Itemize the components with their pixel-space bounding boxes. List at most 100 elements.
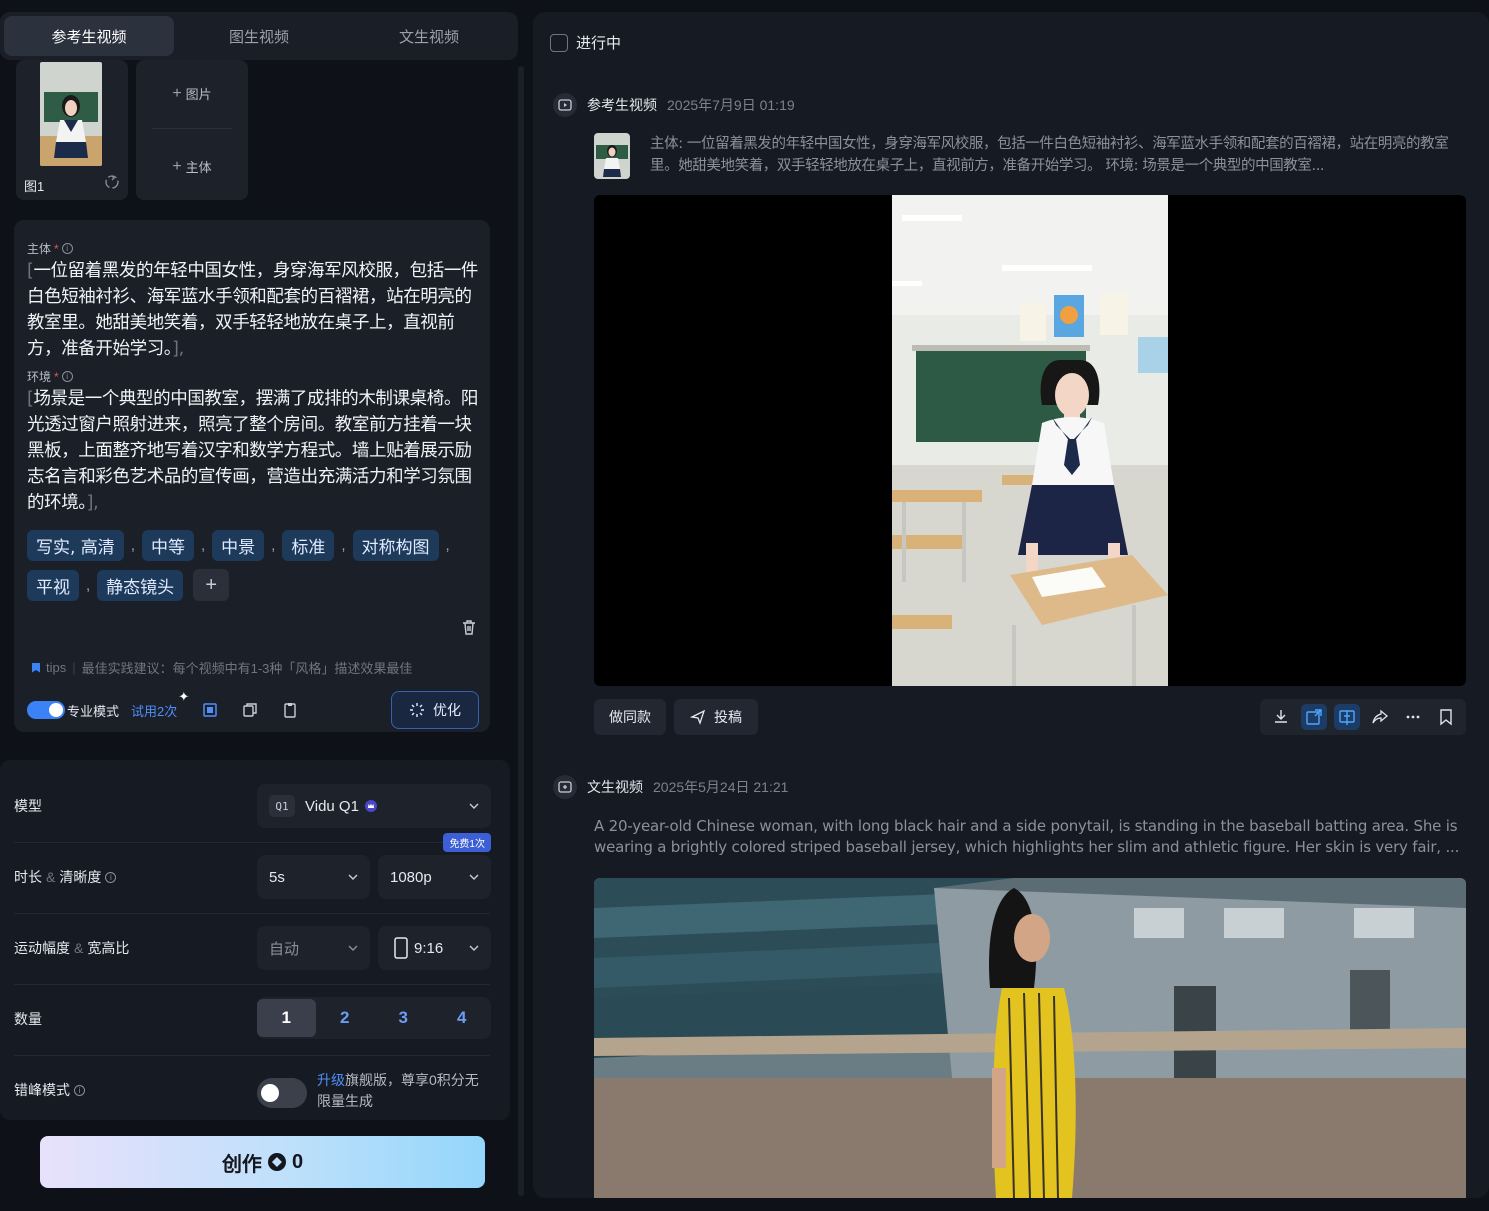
count-option-2[interactable]: 2 — [316, 999, 375, 1037]
crown-icon — [364, 800, 377, 812]
entry-header: 文生视频 2025年5月24日 21:21 — [553, 775, 788, 799]
model-value: Vidu Q1 — [305, 797, 359, 815]
tab-reference-video[interactable]: 参考生视频 — [4, 16, 174, 56]
bookmark-icon — [32, 662, 40, 673]
info-icon[interactable]: i — [74, 1084, 85, 1096]
upgrade-link[interactable]: 升级 — [317, 1072, 345, 1088]
bracket-close: ], — [86, 493, 99, 513]
divider — [14, 842, 490, 843]
copy-icon[interactable] — [241, 701, 259, 719]
clipboard-icon[interactable] — [281, 701, 299, 719]
plus-icon: + — [172, 157, 182, 175]
more-icon[interactable] — [1400, 704, 1426, 730]
motion-row: 运动幅度 & 宽高比 自动 9:16 — [0, 918, 510, 978]
subject-text[interactable]: [一位留着黑发的年轻中国女性，身穿海军风校服，包括一件白色短袖衬衫、海军蓝水手领… — [27, 258, 479, 362]
video-type-icon — [553, 93, 577, 117]
download-icon[interactable] — [1268, 704, 1294, 730]
add-image-button[interactable]: + 图片 — [136, 84, 248, 103]
video-frame — [892, 195, 1168, 686]
env-text[interactable]: [场景是一个典型的中国教室，摆满了成排的木制课桌椅。阳光透过窗户照射进来，照亮了… — [27, 386, 479, 516]
count-option-4[interactable]: 4 — [433, 999, 492, 1037]
style-tag[interactable]: 中景 — [212, 530, 265, 561]
entry-reference-thumbnail[interactable] — [594, 133, 630, 179]
motion-label-text: 运动幅度 — [14, 940, 70, 956]
style-tag[interactable]: 写实, 高清 — [27, 530, 124, 561]
tips-separator: | — [72, 660, 76, 675]
extend-icon[interactable] — [1333, 704, 1360, 730]
duration-select[interactable]: 5s — [257, 855, 370, 899]
plus-icon: + — [172, 84, 182, 102]
tag-separator: , — [200, 537, 206, 554]
style-tag[interactable]: 平视 — [27, 569, 79, 601]
chevron-down-icon — [348, 945, 358, 951]
add-image-label: 图片 — [185, 87, 212, 102]
style-tag[interactable]: 中等 — [141, 530, 194, 561]
add-reference-card: + 图片 + 主体 — [136, 60, 248, 200]
style-tag[interactable]: 静态镜头 — [97, 569, 184, 601]
magic-icon — [410, 703, 424, 717]
create-cost: 0 — [291, 1150, 304, 1173]
motion-select[interactable]: 自动 — [257, 926, 370, 970]
info-icon[interactable]: i — [61, 243, 73, 254]
video-toolbar — [1260, 699, 1466, 735]
style-tag[interactable]: 标准 — [282, 530, 335, 561]
optimize-button[interactable]: 优化 — [391, 691, 479, 729]
resolution-value: 1080p — [390, 868, 432, 886]
style-tag[interactable]: 对称构图 — [352, 530, 439, 561]
template-icon[interactable] — [201, 701, 219, 719]
create-button[interactable]: 创作 0 — [40, 1136, 485, 1188]
trash-icon[interactable] — [460, 618, 478, 636]
tab-image-video[interactable]: 图生视频 — [174, 16, 344, 56]
same-style-label: 做同款 — [609, 709, 651, 725]
info-icon[interactable]: i — [105, 871, 117, 883]
scrollbar[interactable] — [518, 66, 524, 1196]
left-panel: 参考生视频 图生视频 文生视频 图1 + 图片 + 主体 主体 * i [一位留… — [0, 10, 524, 1211]
tab-text-video[interactable]: 文生视频 — [344, 16, 514, 56]
clarity-label-text: 清晰度 — [59, 869, 102, 885]
bookmark-icon[interactable] — [1433, 704, 1459, 730]
resolution-select[interactable]: 免费1次 1080p — [378, 833, 491, 899]
duration-row: 时长 & 清晰度 i 5s 免费1次 1080p — [0, 833, 510, 907]
prompt-editor[interactable]: 主体 * i [一位留着黑发的年轻中国女性，身穿海军风校服，包括一件白色短袖衬衫… — [14, 220, 490, 732]
add-tag-button[interactable]: + — [193, 569, 230, 601]
tag-separator: , — [271, 537, 276, 554]
create-label: 创作 — [221, 1153, 262, 1176]
count-option-1[interactable]: 1 — [257, 999, 316, 1037]
add-subject-button[interactable]: + 主体 — [136, 157, 248, 176]
duration-value: 5s — [269, 868, 285, 886]
count-selector: 1 2 3 4 — [257, 997, 491, 1039]
upscale-icon[interactable] — [1300, 704, 1327, 730]
count-row: 数量 1 2 3 4 — [0, 989, 510, 1049]
subject-field-label: 主体 * i — [27, 240, 73, 257]
video-player[interactable] — [594, 195, 1466, 686]
same-style-button[interactable]: 做同款 — [594, 699, 666, 735]
in-progress-filter[interactable]: 进行中 — [550, 32, 621, 53]
entry-type: 参考生视频 — [587, 97, 657, 113]
offpeak-row: 错峰模式 i 升级旗舰版，尊享0积分无限量生成 — [0, 1060, 510, 1120]
tips-row: tips | 最佳实践建议：每个视频中有1-3种「风格」描述效果最佳 — [32, 658, 412, 677]
style-tags: 写实, 高清, 中等, 中景, 标准, 对称构图, 平视, 静态镜头 + — [27, 530, 477, 601]
bracket-close: ], — [172, 339, 184, 359]
ratio-select[interactable]: 9:16 — [378, 926, 491, 970]
divider — [14, 984, 490, 985]
entry-description: A 20-year-old Chinese woman, with long b… — [594, 817, 1460, 856]
in-progress-checkbox[interactable] — [550, 33, 568, 52]
pro-mode-toggle[interactable] — [27, 701, 65, 719]
count-option-3[interactable]: 3 — [374, 999, 433, 1037]
duration-label-text: 时长 — [14, 869, 42, 885]
offpeak-toggle[interactable] — [257, 1078, 307, 1108]
prompt-toolbar: 专业模式 试用2次 ✦ 优化 — [27, 689, 479, 730]
info-icon[interactable]: i — [61, 371, 73, 382]
tag-separator: , — [341, 537, 346, 554]
video-player[interactable] — [594, 878, 1466, 1198]
ampersand: & — [74, 940, 84, 956]
chevron-down-icon — [348, 874, 358, 880]
model-select[interactable]: Q1 Vidu Q1 — [257, 784, 491, 828]
tag-separator: , — [130, 537, 135, 554]
reference-image-card[interactable]: 图1 — [16, 60, 128, 200]
replace-icon[interactable] — [104, 174, 120, 190]
env-label-text: 环境 — [27, 370, 52, 384]
divider — [14, 913, 490, 914]
share-icon[interactable] — [1367, 704, 1393, 730]
submit-button[interactable]: 投稿 — [674, 699, 758, 735]
